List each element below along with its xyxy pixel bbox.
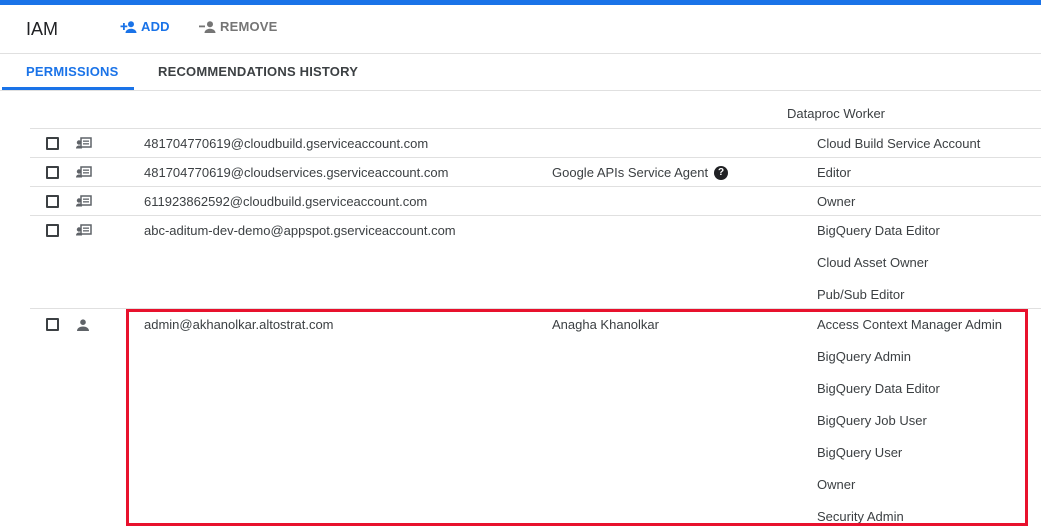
role-label: Cloud Asset Owner: [817, 255, 929, 270]
table-row: 481704770619@cloudbuild.gserviceaccount.…: [30, 128, 1041, 158]
role-label: Access Context Manager Admin: [817, 317, 1002, 332]
role-label: BigQuery Job User: [817, 413, 927, 428]
row-checkbox[interactable]: [46, 137, 59, 150]
row-checkbox[interactable]: [46, 318, 59, 331]
table-row: admin@akhanolkar.altostrat.com Anagha Kh…: [30, 308, 1041, 530]
add-person-icon: [119, 20, 137, 34]
row-checkbox[interactable]: [46, 224, 59, 237]
add-button[interactable]: ADD: [119, 19, 170, 34]
role-label: BigQuery Data Editor: [817, 223, 940, 238]
member-email: 611923862592@cloudbuild.gserviceaccount.…: [144, 194, 428, 209]
remove-person-icon: [198, 20, 216, 34]
service-account-icon: [76, 195, 92, 213]
role-label: Editor: [817, 165, 851, 180]
tab-permissions[interactable]: PERMISSIONS: [26, 64, 119, 79]
role-label: Owner: [817, 194, 856, 209]
member-name-text: Google APIs Service Agent: [552, 165, 709, 180]
role-label: Pub/Sub Editor: [817, 287, 905, 302]
member-email: 481704770619@cloudbuild.gserviceaccount.…: [144, 136, 429, 151]
member-name: Anagha Khanolkar: [552, 317, 659, 332]
help-icon[interactable]: ?: [714, 165, 729, 180]
row-checkbox[interactable]: [46, 166, 59, 179]
member-email: 481704770619@cloudservices.gserviceaccou…: [144, 165, 449, 180]
tab-recommendations-history[interactable]: RECOMMENDATIONS HISTORY: [158, 64, 358, 79]
role-label: BigQuery User: [817, 445, 903, 460]
table-row: abc-aditum-dev-demo@appspot.gserviceacco…: [30, 215, 1041, 309]
role-label: Security Admin: [817, 509, 904, 524]
role-label: BigQuery Admin: [817, 349, 911, 364]
person-icon: [77, 318, 89, 336]
page-title: IAM: [26, 19, 59, 39]
tab-bar: PERMISSIONS RECOMMENDATIONS HISTORY: [0, 54, 1041, 91]
service-account-icon: [76, 166, 92, 184]
remove-button[interactable]: REMOVE: [198, 19, 278, 34]
role-label: BigQuery Data Editor: [817, 381, 940, 396]
role-label: Owner: [817, 477, 856, 492]
member-email: abc-aditum-dev-demo@appspot.gserviceacco…: [144, 223, 456, 238]
service-account-icon: [76, 224, 92, 242]
member-email: admin@akhanolkar.altostrat.com: [144, 317, 334, 332]
member-name: Google APIs Service Agent ?: [552, 165, 729, 180]
row-checkbox[interactable]: [46, 195, 59, 208]
service-account-icon: [76, 137, 92, 155]
role-label: Dataproc Worker: [787, 106, 886, 121]
table-row: 611923862592@cloudbuild.gserviceaccount.…: [30, 186, 1041, 216]
role-label: Cloud Build Service Account: [817, 136, 981, 151]
remove-button-label: REMOVE: [220, 19, 278, 34]
active-tab-indicator: [2, 87, 134, 90]
table-row: 481704770619@cloudservices.gserviceaccou…: [30, 157, 1041, 187]
page-header: IAM ADD REMOVE: [0, 5, 1041, 54]
add-button-label: ADD: [141, 19, 170, 34]
